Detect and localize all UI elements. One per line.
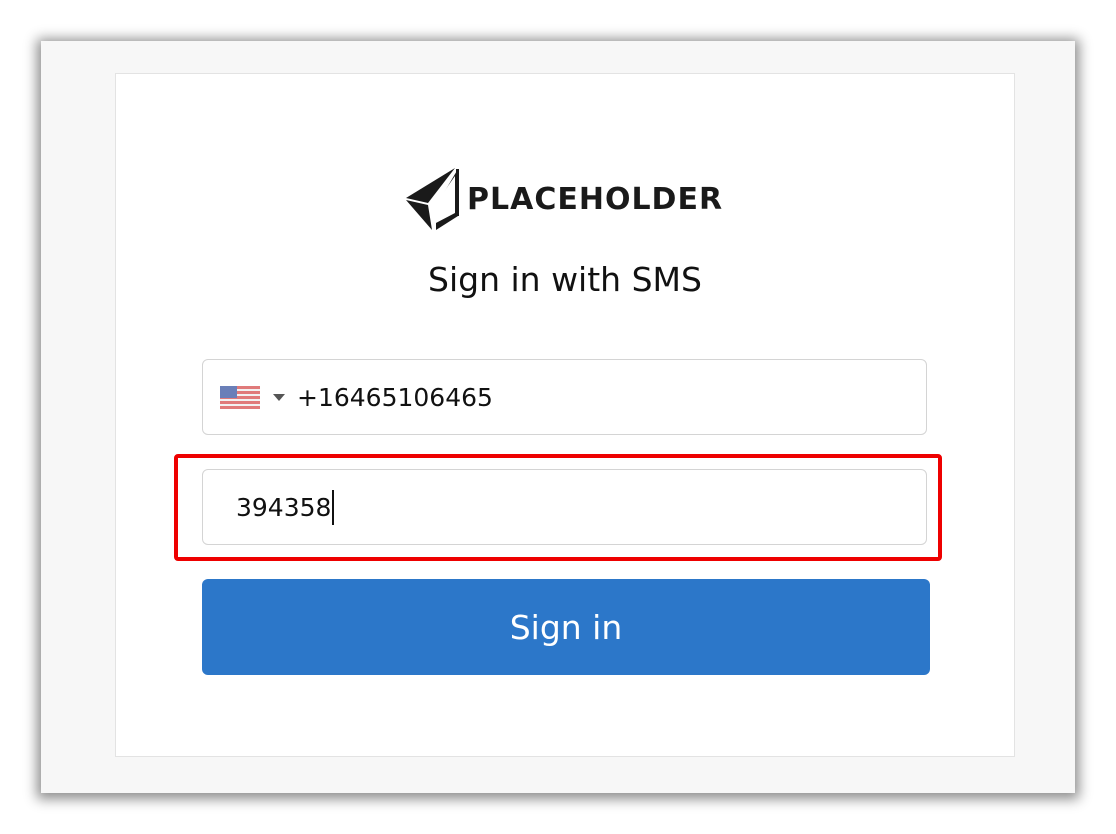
phone-number-input[interactable]: [297, 360, 897, 434]
verification-code-input[interactable]: [236, 470, 896, 544]
us-flag-icon[interactable]: [220, 386, 260, 409]
paper-plane-logo-icon: [406, 168, 459, 230]
signin-card: PLACEHOLDER Sign in with SMS Sign in: [115, 73, 1015, 757]
brand-name: PLACEHOLDER: [467, 181, 724, 217]
caret-down-icon[interactable]: [273, 394, 285, 401]
phone-field: [202, 359, 927, 435]
verification-code-field: [202, 469, 927, 545]
page-title: Sign in with SMS: [428, 260, 702, 299]
text-cursor: [332, 490, 334, 525]
sign-in-button[interactable]: Sign in: [202, 579, 930, 675]
app-window: PLACEHOLDER Sign in with SMS Sign in: [41, 41, 1075, 793]
brand-logo: PLACEHOLDER: [405, 166, 723, 232]
